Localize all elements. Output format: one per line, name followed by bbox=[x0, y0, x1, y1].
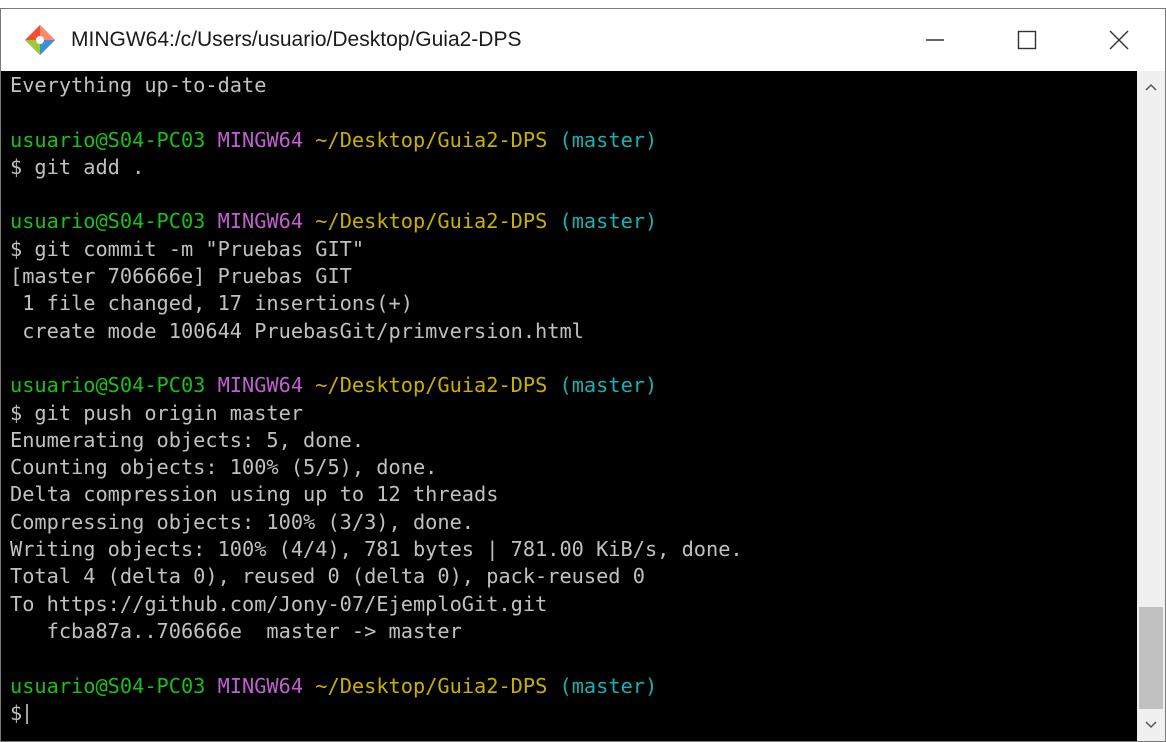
terminal-line: fcba87a..706666e master -> master bbox=[10, 618, 462, 643]
prompt-line: usuario@S04-PC03 MINGW64 ~/Desktop/Guia2… bbox=[10, 127, 1137, 154]
git-bash-icon bbox=[25, 25, 55, 55]
terminal-line: Delta compression using up to 12 threads bbox=[10, 482, 499, 507]
terminal-line: $ git push origin master bbox=[10, 400, 304, 425]
scrollbar-thumb[interactable] bbox=[1139, 607, 1163, 709]
prompt-env: MINGW64 bbox=[217, 373, 304, 398]
scroll-down-button[interactable] bbox=[1137, 709, 1165, 741]
prompt-line: usuario@S04-PC03 MINGW64 ~/Desktop/Guia2… bbox=[10, 208, 1137, 235]
terminal-line: Writing objects: 100% (4/4), 781 bytes |… bbox=[10, 537, 743, 562]
terminal-line: To https://github.com/Jony-07/EjemploGit… bbox=[10, 591, 548, 616]
terminal-line: $ git commit -m "Pruebas GIT" bbox=[10, 236, 365, 261]
text-cursor bbox=[26, 704, 29, 725]
input-line[interactable]: $ bbox=[10, 700, 1137, 727]
minimize-button[interactable] bbox=[889, 9, 981, 71]
terminal-line: 1 file changed, 17 insertions(+) bbox=[10, 291, 413, 316]
prompt-line: usuario@S04-PC03 MINGW64 ~/Desktop/Guia2… bbox=[10, 673, 1137, 700]
prompt-branch: (master) bbox=[559, 673, 658, 698]
close-icon bbox=[1109, 30, 1129, 50]
terminal-line: [master 706666e] Pruebas GIT bbox=[10, 264, 352, 289]
terminal-line: Total 4 (delta 0), reused 0 (delta 0), p… bbox=[10, 564, 645, 589]
window-title: MINGW64:/c/Users/usuario/Desktop/Guia2-D… bbox=[71, 28, 522, 51]
prompt-env: MINGW64 bbox=[217, 673, 304, 698]
prompt-branch: (master) bbox=[559, 373, 658, 398]
terminal-line: Everything up-to-date bbox=[10, 73, 267, 97]
minimize-icon bbox=[926, 39, 944, 41]
prompt-line: usuario@S04-PC03 MINGW64 ~/Desktop/Guia2… bbox=[10, 372, 1137, 399]
maximize-icon bbox=[1017, 30, 1037, 50]
prompt-user: usuario@S04-PC03 bbox=[10, 209, 206, 234]
terminal-line: Compressing objects: 100% (3/3), done. bbox=[10, 509, 474, 534]
prompt-path: ~/Desktop/Guia2-DPS bbox=[315, 373, 548, 398]
maximize-button[interactable] bbox=[981, 9, 1073, 71]
prompt-branch: (master) bbox=[559, 127, 658, 152]
terminal-output[interactable]: Everything up-to-date usuario@S04-PC03 M… bbox=[1, 71, 1137, 741]
scroll-up-button[interactable] bbox=[1137, 71, 1165, 103]
prompt-path: ~/Desktop/Guia2-DPS bbox=[315, 127, 548, 152]
window-controls bbox=[889, 9, 1165, 71]
terminal-line: create mode 100644 PruebasGit/primversio… bbox=[10, 318, 584, 343]
prompt-user: usuario@S04-PC03 bbox=[10, 673, 206, 698]
terminal-line: Enumerating objects: 5, done. bbox=[10, 427, 365, 452]
prompt-env: MINGW64 bbox=[217, 127, 304, 152]
prompt-env: MINGW64 bbox=[217, 209, 304, 234]
terminal-line: Counting objects: 100% (5/5), done. bbox=[10, 455, 438, 480]
prompt-path: ~/Desktop/Guia2-DPS bbox=[315, 209, 548, 234]
terminal-line: $ git add . bbox=[10, 154, 145, 179]
prompt-user: usuario@S04-PC03 bbox=[10, 127, 206, 152]
terminal-window: MINGW64:/c/Users/usuario/Desktop/Guia2-D… bbox=[0, 8, 1166, 742]
close-button[interactable] bbox=[1073, 9, 1165, 71]
chevron-up-icon bbox=[1145, 83, 1157, 91]
prompt-user: usuario@S04-PC03 bbox=[10, 373, 206, 398]
chevron-down-icon bbox=[1145, 721, 1157, 729]
vertical-scrollbar[interactable] bbox=[1137, 71, 1165, 741]
title-bar[interactable]: MINGW64:/c/Users/usuario/Desktop/Guia2-D… bbox=[1, 9, 1165, 71]
prompt-symbol: $ bbox=[10, 700, 23, 725]
prompt-path: ~/Desktop/Guia2-DPS bbox=[315, 673, 548, 698]
prompt-branch: (master) bbox=[559, 209, 658, 234]
